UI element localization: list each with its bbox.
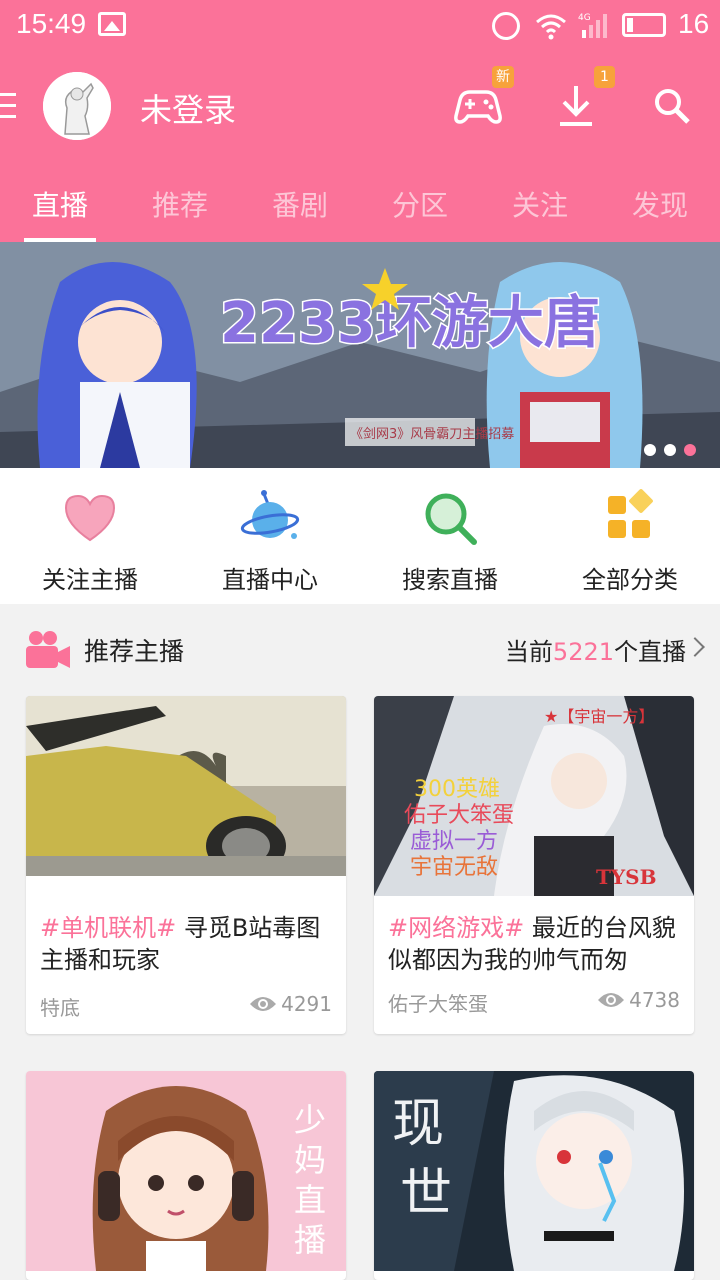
default-avatar-icon bbox=[43, 72, 111, 140]
network-type-label: 4G bbox=[578, 13, 591, 23]
main-tab-bar: 直播 推荐 番剧 分区 关注 发现 bbox=[0, 162, 720, 242]
planet-icon bbox=[240, 490, 300, 539]
stream-title[interactable]: #单机联机# 寻觅B站毒图主播和玩家 bbox=[40, 912, 336, 976]
view-count: 4291 bbox=[249, 992, 332, 1016]
thumbnail-signature: TYSB bbox=[596, 865, 657, 889]
pager-dot-active[interactable] bbox=[684, 444, 696, 456]
live-count-prefix: 当前 bbox=[504, 638, 553, 666]
stream-thumbnail-art bbox=[26, 696, 346, 876]
category-grid-icon bbox=[608, 489, 653, 538]
recommended-streamers-header: 推荐主播 当前5221个直播 bbox=[0, 604, 720, 694]
all-categories-button[interactable]: 全部分类 bbox=[540, 468, 720, 604]
tab-recommend[interactable]: 推荐 bbox=[120, 184, 240, 224]
thumbnail-text: 虚拟一方 bbox=[410, 829, 498, 854]
download-button[interactable]: 1 bbox=[548, 66, 615, 134]
thumbnail-text: 播 bbox=[294, 1221, 326, 1259]
thumbnail-text: 直 bbox=[294, 1181, 326, 1219]
thumbnail-text: 少 bbox=[294, 1101, 326, 1139]
search-magnifier-icon bbox=[425, 493, 477, 545]
stream-category-tag[interactable]: #单机联机# bbox=[40, 914, 176, 942]
stream-card[interactable]: 少 妈 直 播 bbox=[26, 1071, 346, 1280]
app-header: 未登录 新 1 bbox=[0, 50, 720, 162]
thumbnail-text: 世 bbox=[400, 1164, 452, 1224]
thumbnail-text: 佑子大笨蛋 bbox=[404, 803, 514, 828]
avatar[interactable] bbox=[43, 72, 111, 140]
live-count-suffix: 个直播 bbox=[614, 638, 686, 666]
quick-action-label: 搜索直播 bbox=[402, 566, 498, 594]
stream-thumbnail[interactable]: 少 妈 直 播 bbox=[26, 1071, 346, 1271]
heart-icon bbox=[64, 494, 116, 542]
new-badge: 新 bbox=[492, 66, 514, 88]
banner-artwork: 2233环游大唐 《剑网3》风骨霸刀主播招募 bbox=[0, 242, 720, 468]
view-count-value: 4291 bbox=[281, 992, 332, 1016]
stream-card[interactable]: ★【宇宙一方】 300英雄 佑子大笨蛋 虚拟一方 宇宙无敌 TYSB #网络游戏… bbox=[374, 696, 694, 1034]
battery-level: 16 bbox=[678, 8, 710, 39]
battery-icon bbox=[622, 13, 666, 37]
streamer-name[interactable]: 佑子大笨蛋 bbox=[388, 988, 488, 1017]
thumbnail-badge-text: ★【宇宙一方】 bbox=[544, 707, 654, 726]
live-center-button[interactable]: 直播中心 bbox=[180, 468, 360, 604]
follow-streamers-button[interactable]: 关注主播 bbox=[0, 468, 180, 604]
banner-pager bbox=[644, 444, 696, 456]
view-count: 4738 bbox=[597, 988, 680, 1012]
search-live-button[interactable]: 搜索直播 bbox=[360, 468, 540, 604]
clock-time: 15:49 bbox=[16, 8, 87, 39]
streamer-name[interactable]: 特底 bbox=[40, 992, 80, 1021]
stream-category-tag[interactable]: #网络游戏# bbox=[388, 914, 524, 942]
banner-title: 2233环游大唐 bbox=[220, 291, 600, 356]
tab-anime[interactable]: 番剧 bbox=[240, 184, 360, 224]
game-center-button[interactable]: 新 bbox=[450, 66, 514, 134]
tab-following[interactable]: 关注 bbox=[480, 184, 600, 224]
thumbnail-text: 300英雄 bbox=[414, 777, 500, 802]
view-count-value: 4738 bbox=[629, 988, 680, 1012]
login-status-label[interactable]: 未登录 bbox=[140, 85, 236, 131]
wifi-icon bbox=[536, 14, 566, 40]
video-camera-icon bbox=[26, 631, 70, 668]
search-icon bbox=[655, 89, 690, 124]
search-button[interactable] bbox=[646, 78, 702, 134]
tab-categories[interactable]: 分区 bbox=[360, 184, 480, 224]
stream-thumbnail[interactable]: 现 世 bbox=[374, 1071, 694, 1271]
quick-actions: 关注主播 直播中心 搜索直播 全部分类 bbox=[0, 468, 720, 604]
alarm-icon bbox=[492, 12, 520, 40]
stream-title[interactable]: #网络游戏# 最近的台风貌似都因为我的帅气而匆 bbox=[388, 912, 684, 976]
pager-dot[interactable] bbox=[664, 444, 676, 456]
promo-banner[interactable]: 2233环游大唐 《剑网3》风骨霸刀主播招募 bbox=[0, 242, 720, 468]
quick-action-label: 直播中心 bbox=[222, 566, 318, 594]
eye-icon bbox=[250, 997, 277, 1011]
tab-discover[interactable]: 发现 bbox=[600, 184, 720, 224]
section-title: 推荐主播 bbox=[84, 637, 185, 666]
stream-card[interactable]: 现 世 bbox=[374, 1071, 694, 1280]
pager-dot[interactable] bbox=[644, 444, 656, 456]
download-count-badge: 1 bbox=[594, 66, 615, 88]
stream-thumbnail-art: ★【宇宙一方】 300英雄 佑子大笨蛋 虚拟一方 宇宙无敌 TYSB bbox=[374, 696, 694, 896]
stream-card[interactable]: #单机联机# 寻觅B站毒图主播和玩家 特底 4291 bbox=[26, 696, 346, 1034]
menu-icon[interactable] bbox=[0, 93, 16, 121]
tab-live[interactable]: 直播 bbox=[0, 184, 120, 224]
quick-action-label: 关注主播 bbox=[42, 566, 138, 594]
stream-thumbnail[interactable] bbox=[26, 696, 346, 876]
banner-subtitle: 《剑网3》风骨霸刀主播招募 bbox=[350, 426, 514, 442]
live-count[interactable]: 当前5221个直播 bbox=[505, 632, 686, 667]
thumbnail-text: 宇宙无敌 bbox=[410, 855, 498, 880]
stream-thumbnail-art: 现 世 bbox=[374, 1071, 694, 1271]
cell-signal-icon: 4G bbox=[578, 13, 607, 38]
status-bar: 15:49 4G 16 bbox=[0, 0, 720, 50]
eye-icon bbox=[598, 993, 625, 1007]
thumbnail-text: 现 bbox=[392, 1094, 444, 1154]
live-count-number: 5221 bbox=[552, 638, 614, 666]
gallery-notification-icon bbox=[98, 12, 126, 36]
quick-action-label: 全部分类 bbox=[582, 566, 678, 594]
chevron-right-icon[interactable] bbox=[685, 637, 705, 657]
thumbnail-text: 妈 bbox=[294, 1141, 326, 1179]
stream-thumbnail[interactable]: ★【宇宙一方】 300英雄 佑子大笨蛋 虚拟一方 宇宙无敌 TYSB bbox=[374, 696, 694, 896]
stream-thumbnail-art: 少 妈 直 播 bbox=[26, 1071, 346, 1271]
